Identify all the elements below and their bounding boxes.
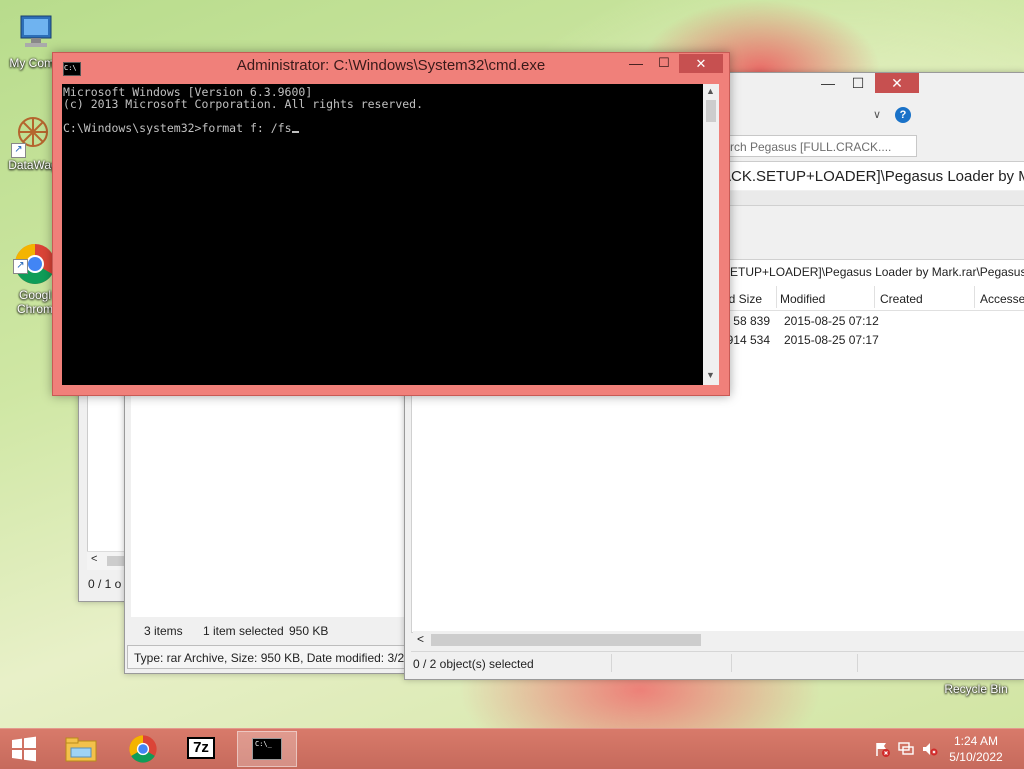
help-icon[interactable]: ?: [895, 107, 911, 123]
desktop-icon-label: Googl Chrom: [16, 288, 53, 316]
minimize-button[interactable]: —: [815, 73, 841, 93]
clock-date: 5/10/2022: [949, 750, 1003, 764]
column-accessed[interactable]: Accesse: [980, 292, 1024, 306]
close-button[interactable]: ✕: [679, 54, 723, 73]
action-center-flag-icon[interactable]: [874, 741, 890, 757]
items-count: 3 items: [144, 624, 183, 638]
toolbar-area: [721, 191, 1024, 206]
text-cursor: [291, 131, 299, 133]
status-bar: 0 / 2 object(s) selected: [411, 651, 1024, 674]
network-icon[interactable]: [898, 741, 914, 757]
cmd-icon: C:\_: [252, 738, 282, 760]
row-modified: 2015-08-25 07:12: [784, 314, 879, 328]
scroll-up-icon[interactable]: ▲: [706, 86, 715, 96]
clock-time: 1:24 AM: [953, 734, 999, 748]
status-text: 0 / 1 o: [88, 577, 122, 591]
scroll-thumb[interactable]: [706, 100, 716, 122]
archive-title-text: ACK.SETUP+LOADER]\Pegasus Loader by Mar: [721, 168, 1024, 185]
scroll-left-icon[interactable]: <: [417, 632, 424, 646]
datawag-icon: ↗: [11, 112, 55, 158]
scroll-thumb[interactable]: [431, 634, 701, 646]
console-command[interactable]: format f: /fs: [201, 121, 291, 135]
archive-title: ACK.SETUP+LOADER]\Pegasus Loader by Mar: [721, 161, 1024, 190]
taskbar: 7z C:\_ 1:24 AM 5/10/2022: [0, 728, 1024, 769]
table-row[interactable]: 58 839 2015-08-25 07:12: [722, 312, 1024, 330]
vertical-scrollbar[interactable]: ▲ ▼: [703, 84, 719, 385]
scroll-down-icon[interactable]: ▼: [706, 370, 715, 380]
folder-icon: [65, 737, 97, 762]
scroll-left-icon[interactable]: <: [91, 553, 97, 565]
search-input[interactable]: rch Pegasus [FULL.CRACK....: [727, 135, 917, 157]
taskbar-chrome[interactable]: [115, 731, 171, 767]
desktop-icon-label: DataWag: [8, 158, 58, 172]
status-text: 0 / 2 object(s) selected: [413, 657, 534, 671]
column-headers: ed Size Modified Created Accesse: [722, 286, 1024, 311]
inner-path: SETUP+LOADER]\Pegasus Loader by Mark.rar…: [722, 265, 1024, 279]
7zip-icon: 7z: [187, 737, 215, 759]
desktop-icon-recycle-bin[interactable]: Recycle Bin: [940, 682, 1012, 696]
selected-size: 950 KB: [289, 624, 329, 638]
details-text: Type: rar Archive, Size: 950 KB, Date mo…: [134, 651, 407, 665]
chrome-icon: [129, 735, 157, 763]
computer-icon: [13, 10, 57, 54]
windows-logo-icon: [12, 736, 36, 762]
file-list-area[interactable]: [131, 391, 407, 617]
taskbar-7zip[interactable]: 7z: [175, 731, 231, 767]
taskbar-file-explorer[interactable]: [53, 731, 109, 767]
minimize-button[interactable]: —: [623, 55, 649, 73]
cmd-window[interactable]: C:\ Administrator: C:\Windows\System32\c…: [52, 52, 730, 396]
cmd-console[interactable]: Microsoft Windows [Version 6.3.9600] (c)…: [62, 84, 703, 385]
chevron-down-icon[interactable]: ∨: [873, 108, 881, 121]
horizontal-scrollbar[interactable]: <: [413, 631, 1024, 649]
volume-muted-icon[interactable]: [922, 741, 938, 757]
maximize-button[interactable]: ☐: [845, 73, 871, 93]
clock[interactable]: 1:24 AM 5/10/2022: [946, 733, 1006, 765]
row-size: 58 839: [733, 314, 770, 328]
row-modified: 2015-08-25 07:17: [784, 333, 879, 347]
table-row[interactable]: 914 534 2015-08-25 07:17: [722, 331, 1024, 349]
close-button[interactable]: ✕: [875, 73, 919, 93]
shortcut-arrow-icon: ↗: [11, 143, 26, 158]
column-modified[interactable]: Modified: [780, 292, 825, 306]
chrome-icon: ↗: [13, 228, 57, 284]
details-bar: Type: rar Archive, Size: 950 KB, Date mo…: [127, 645, 407, 669]
maximize-button[interactable]: ☐: [651, 55, 677, 73]
horizontal-scrollbar[interactable]: <: [87, 551, 129, 570]
console-line-copyright: (c) 2013 Microsoft Corporation. All righ…: [63, 97, 424, 111]
console-prompt: C:\Windows\system32>: [63, 121, 202, 135]
start-button[interactable]: [0, 731, 50, 767]
selected-count: 1 item selected: [203, 624, 284, 638]
search-placeholder: rch Pegasus [FULL.CRACK....: [730, 140, 892, 154]
left-window[interactable]: < 0 / 1 o: [78, 390, 130, 602]
column-created[interactable]: Created: [880, 292, 923, 306]
desktop-icon-label: Recycle Bin: [944, 682, 1008, 696]
shortcut-arrow-icon: ↗: [13, 259, 28, 274]
explorer-window[interactable]: 3 items 1 item selected 950 KB Type: rar…: [124, 390, 410, 674]
taskbar-cmd[interactable]: C:\_: [237, 731, 297, 767]
